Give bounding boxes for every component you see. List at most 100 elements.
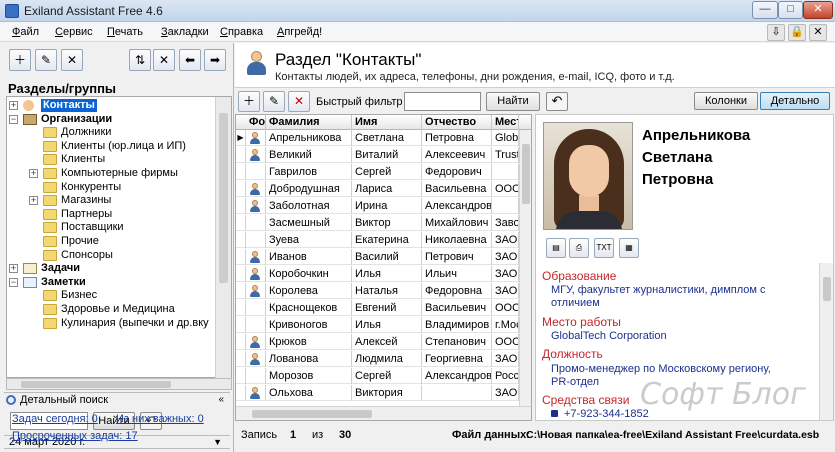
column-header-place[interactable]: Место: [492, 115, 519, 130]
title-bar: Exiland Assistant Free 4.6 — □ ✕: [0, 0, 835, 22]
cell-photo: [246, 317, 266, 333]
detail-middlename: Петровна: [642, 171, 714, 188]
download-icon[interactable]: ⇩: [767, 24, 785, 41]
chevron-down-icon[interactable]: ▼: [213, 436, 222, 449]
table-row[interactable]: Лованова Людмила Георгиевна ЗАО: [236, 351, 531, 367]
quick-filter-input[interactable]: [404, 92, 481, 111]
table-row[interactable]: Заболотная Ирина Александров: [236, 198, 531, 214]
detail-vertical-scrollbar[interactable]: [819, 263, 833, 420]
table-row[interactable]: Иванов Василий Петрович ЗАО: [236, 249, 531, 265]
record-number: 1: [290, 429, 297, 441]
person-icon: [249, 183, 261, 195]
contact-detail-panel: Апрельникова Светлана Петровна ▤ ⎙ TXT ▦…: [535, 114, 834, 421]
table-row[interactable]: Ольхова Виктория ЗАО: [236, 385, 531, 401]
txt-export-icon[interactable]: TXT: [594, 238, 614, 258]
filter-find-button[interactable]: Найти: [486, 92, 540, 111]
tasks-important-link[interactable]: Из них важных: 0: [116, 413, 204, 425]
menu-upgrade[interactable]: Апгрейд!: [277, 26, 322, 38]
folder-icon: [43, 290, 57, 302]
table-row[interactable]: МорозовСергейАлександровРосси: [236, 368, 531, 384]
tools-icon[interactable]: ✕: [809, 24, 827, 41]
add-record-button[interactable]: ＋: [238, 91, 260, 112]
column-header-firstname[interactable]: Имя: [352, 115, 422, 130]
cell-place: ЗАО: [492, 232, 519, 248]
cell-place: ООО: [492, 334, 519, 350]
table-row[interactable]: ▶ АпрельниковаСветланаПетровнаGlobalT: [236, 130, 531, 146]
menu-print[interactable]: Печать: [107, 26, 143, 38]
tasks-overdue-link[interactable]: Просроченных задач: 17: [12, 430, 138, 442]
tasks-icon: [23, 263, 37, 275]
vcard-icon[interactable]: ▤: [546, 238, 566, 258]
move-left-button[interactable]: ⬅: [179, 49, 201, 71]
tree-vertical-scrollbar[interactable]: [215, 97, 231, 378]
table-row[interactable]: Королева Наталья Федоровна ЗАО: [236, 283, 531, 299]
column-header-photo[interactable]: Фото: [246, 115, 266, 130]
cell-photo: [246, 164, 266, 180]
move-right-button[interactable]: ➡: [204, 49, 226, 71]
clear-sort-button[interactable]: ✕: [153, 49, 175, 71]
row-indicator: [236, 300, 246, 316]
filter-back-icon[interactable]: ↶: [546, 92, 568, 111]
cell-firstname: Наталья: [352, 283, 422, 299]
maximize-button[interactable]: □: [778, 1, 803, 19]
collapse-icon[interactable]: «: [218, 393, 224, 407]
tree-horizontal-scrollbar[interactable]: [6, 378, 232, 390]
sort-button[interactable]: ⇅: [129, 49, 151, 71]
cell-middlename: Николаевна: [422, 232, 492, 248]
cell-middlename: Ильич: [422, 266, 492, 282]
row-indicator: [236, 147, 246, 163]
grid-horizontal-scrollbar[interactable]: [236, 406, 531, 420]
table-row[interactable]: Великий Виталий Алексеевич Trust: [236, 147, 531, 163]
grid-header: Фото Фамилия Имя Отчество Место: [236, 115, 531, 130]
cell-firstname: Светлана: [352, 130, 422, 146]
menu-help[interactable]: Справка: [220, 26, 263, 38]
edit-group-button[interactable]: ✎: [35, 49, 57, 71]
phone-value[interactable]: +7-923-344-1852: [564, 408, 649, 420]
minimize-button[interactable]: —: [752, 1, 778, 19]
table-row[interactable]: Краснощеков Евгений Васильевич ООО: [236, 300, 531, 316]
cell-place: Заво: [492, 215, 519, 231]
delete-record-button[interactable]: ✕: [288, 91, 310, 112]
edit-record-button[interactable]: ✎: [263, 91, 285, 112]
tree-expander-icon[interactable]: −: [9, 277, 18, 287]
table-row[interactable]: Гаврилов Сергей Федорович: [236, 164, 531, 180]
columns-view-button[interactable]: Колонки: [694, 92, 758, 110]
close-button[interactable]: ✕: [803, 1, 833, 19]
detailed-search-header[interactable]: Детальный поиск «: [4, 392, 230, 407]
copy-icon[interactable]: ▦: [619, 238, 639, 258]
person-icon: [249, 200, 261, 212]
tree-expander-icon[interactable]: +: [9, 264, 18, 274]
cell-place: ООО: [492, 300, 519, 316]
menu-file[interactable]: Файл: [12, 26, 39, 38]
table-row[interactable]: Зуева Екатерина Николаевна ЗАО: [236, 232, 531, 248]
print-icon[interactable]: ⎙: [569, 238, 589, 258]
table-row[interactable]: Добродушная Лариса Васильевна ООО: [236, 181, 531, 197]
column-header-lastname[interactable]: Фамилия: [266, 115, 352, 130]
person-icon: [249, 149, 261, 161]
row-indicator: ▶: [236, 130, 246, 146]
tree-expander-icon[interactable]: +: [29, 169, 38, 178]
menu-service[interactable]: Сервис: [55, 26, 93, 38]
grid-toolbar: ＋ ✎ ✕ Быстрый фильтр Найти ↶ Колонки Дет…: [235, 89, 835, 113]
delete-group-button[interactable]: ✕: [61, 49, 83, 71]
column-header-middlename[interactable]: Отчество: [422, 115, 492, 130]
cell-middlename: Степанович: [422, 334, 492, 350]
detail-view-button[interactable]: Детально: [760, 92, 830, 110]
lock-icon[interactable]: 🔒: [788, 24, 806, 41]
tree-node-label: Должники: [61, 126, 112, 139]
cell-place: GlobalT: [492, 130, 519, 146]
table-row[interactable]: Коробочкин Илья Ильич ЗАО: [236, 266, 531, 282]
menu-bookmarks[interactable]: Закладки: [161, 26, 209, 38]
grid-vertical-scrollbar[interactable]: [519, 130, 531, 406]
table-row[interactable]: Крюков Алексей Степанович ООО: [236, 334, 531, 350]
folder-icon: [43, 249, 57, 261]
tree-expander-icon[interactable]: +: [29, 196, 38, 206]
tree-expander-icon[interactable]: +: [9, 101, 18, 110]
table-row[interactable]: Кривоногов Илья Владимиров г.Мос: [236, 317, 531, 333]
tasks-today-link[interactable]: Задач сегодня: 0: [12, 413, 98, 425]
tree-node-label: Прочие: [61, 235, 99, 247]
tree-expander-icon[interactable]: −: [9, 114, 18, 124]
add-group-button[interactable]: ＋: [9, 49, 31, 71]
table-row[interactable]: Засмешный Виктор Михайлович Заво: [236, 215, 531, 231]
detail-firstname: Светлана: [642, 149, 713, 166]
